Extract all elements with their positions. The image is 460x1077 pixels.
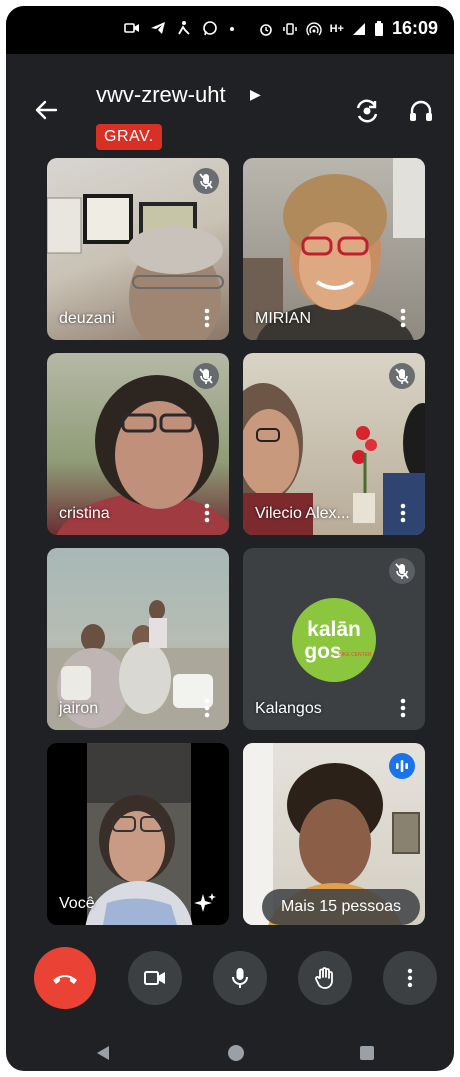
back-arrow-icon[interactable] [32,96,60,124]
caret-right-icon[interactable]: ▶ [250,86,261,103]
network-type: H+ [329,22,344,35]
status-bar: H+ 16:09 [6,6,454,54]
clock: 16:09 [391,18,438,38]
speaking-indicator-icon [389,753,415,779]
more-vert-icon[interactable] [197,306,217,330]
participant-tile[interactable]: jairon [47,548,229,730]
telegram-icon [151,22,165,34]
mic-off-icon [193,168,219,194]
svg-text:gos: gos [304,640,341,663]
sparkle-effects-icon[interactable] [193,891,217,915]
whatsapp-icon [203,21,217,36]
participant-tile[interactable]: MIRIAN [243,158,425,340]
participant-name: Você [59,895,95,912]
nav-home-icon[interactable] [227,1044,245,1062]
hotspot-icon [305,21,322,35]
audio-output-icon[interactable] [406,96,436,126]
svg-text:BIKE CENTER: BIKE CENTER [338,652,372,658]
participant-tile[interactable]: Vilecio Alex... [243,353,425,535]
microphone-icon [232,968,248,988]
more-participants-button[interactable]: Mais 15 pessoas [262,889,420,925]
more-vert-icon[interactable] [393,501,413,525]
call-controls [6,947,454,1021]
battery-icon [374,20,383,36]
navigation-bar [6,1026,454,1071]
more-options-button[interactable] [383,951,437,1005]
recording-badge: GRAV. [96,124,162,150]
meeting-code[interactable]: vwv-zrew-uht [96,82,226,108]
video-camera-icon [144,971,165,985]
phone-screen: H+ 16:09 vwv-zrew-uht ▶ GRAV. deuzani MI… [6,6,454,1071]
more-vert-icon[interactable] [197,696,217,720]
participant-tile[interactable]: kalān gos BIKE CENTER Kalangos [243,548,425,730]
participant-tile[interactable]: deuzani [47,158,229,340]
svg-text:kalān: kalān [307,618,361,641]
raise-hand-button[interactable] [298,951,352,1005]
self-view-tile[interactable]: Você [47,743,229,925]
participant-tile[interactable]: cristina [47,353,229,535]
participant-name: Kalangos [255,700,322,717]
system-icons: H+ 16:09 [258,18,438,39]
nav-back-icon[interactable] [94,1044,112,1062]
mic-off-icon [193,363,219,389]
more-vert-icon[interactable] [393,696,413,720]
camera-notification-icon [124,23,139,33]
participant-name: deuzani [59,310,116,327]
camera-toggle-button[interactable] [128,951,182,1005]
notification-icons [124,20,236,36]
mic-off-icon [389,363,415,389]
participant-name: MIRIAN [255,310,311,327]
vibrate-icon [282,22,297,35]
participant-name: cristina [59,505,110,522]
alarm-icon [259,23,272,36]
participant-name: Vilecio Alex... [255,505,350,522]
signal-icon [352,22,365,35]
participant-name: jairon [59,700,99,717]
end-call-button[interactable] [34,947,96,1009]
more-vert-icon[interactable] [197,501,217,525]
hand-icon [315,967,333,989]
mic-off-icon [389,558,415,584]
dot-icon [230,27,234,31]
activity-icon [178,21,190,35]
phone-hangup-icon [53,975,77,984]
more-vert-icon [407,968,413,988]
mic-toggle-button[interactable] [213,951,267,1005]
switch-camera-icon[interactable] [352,96,382,126]
nav-recents-icon[interactable] [358,1044,376,1062]
meeting-header: vwv-zrew-uht ▶ GRAV. [6,64,454,150]
more-vert-icon[interactable] [393,306,413,330]
